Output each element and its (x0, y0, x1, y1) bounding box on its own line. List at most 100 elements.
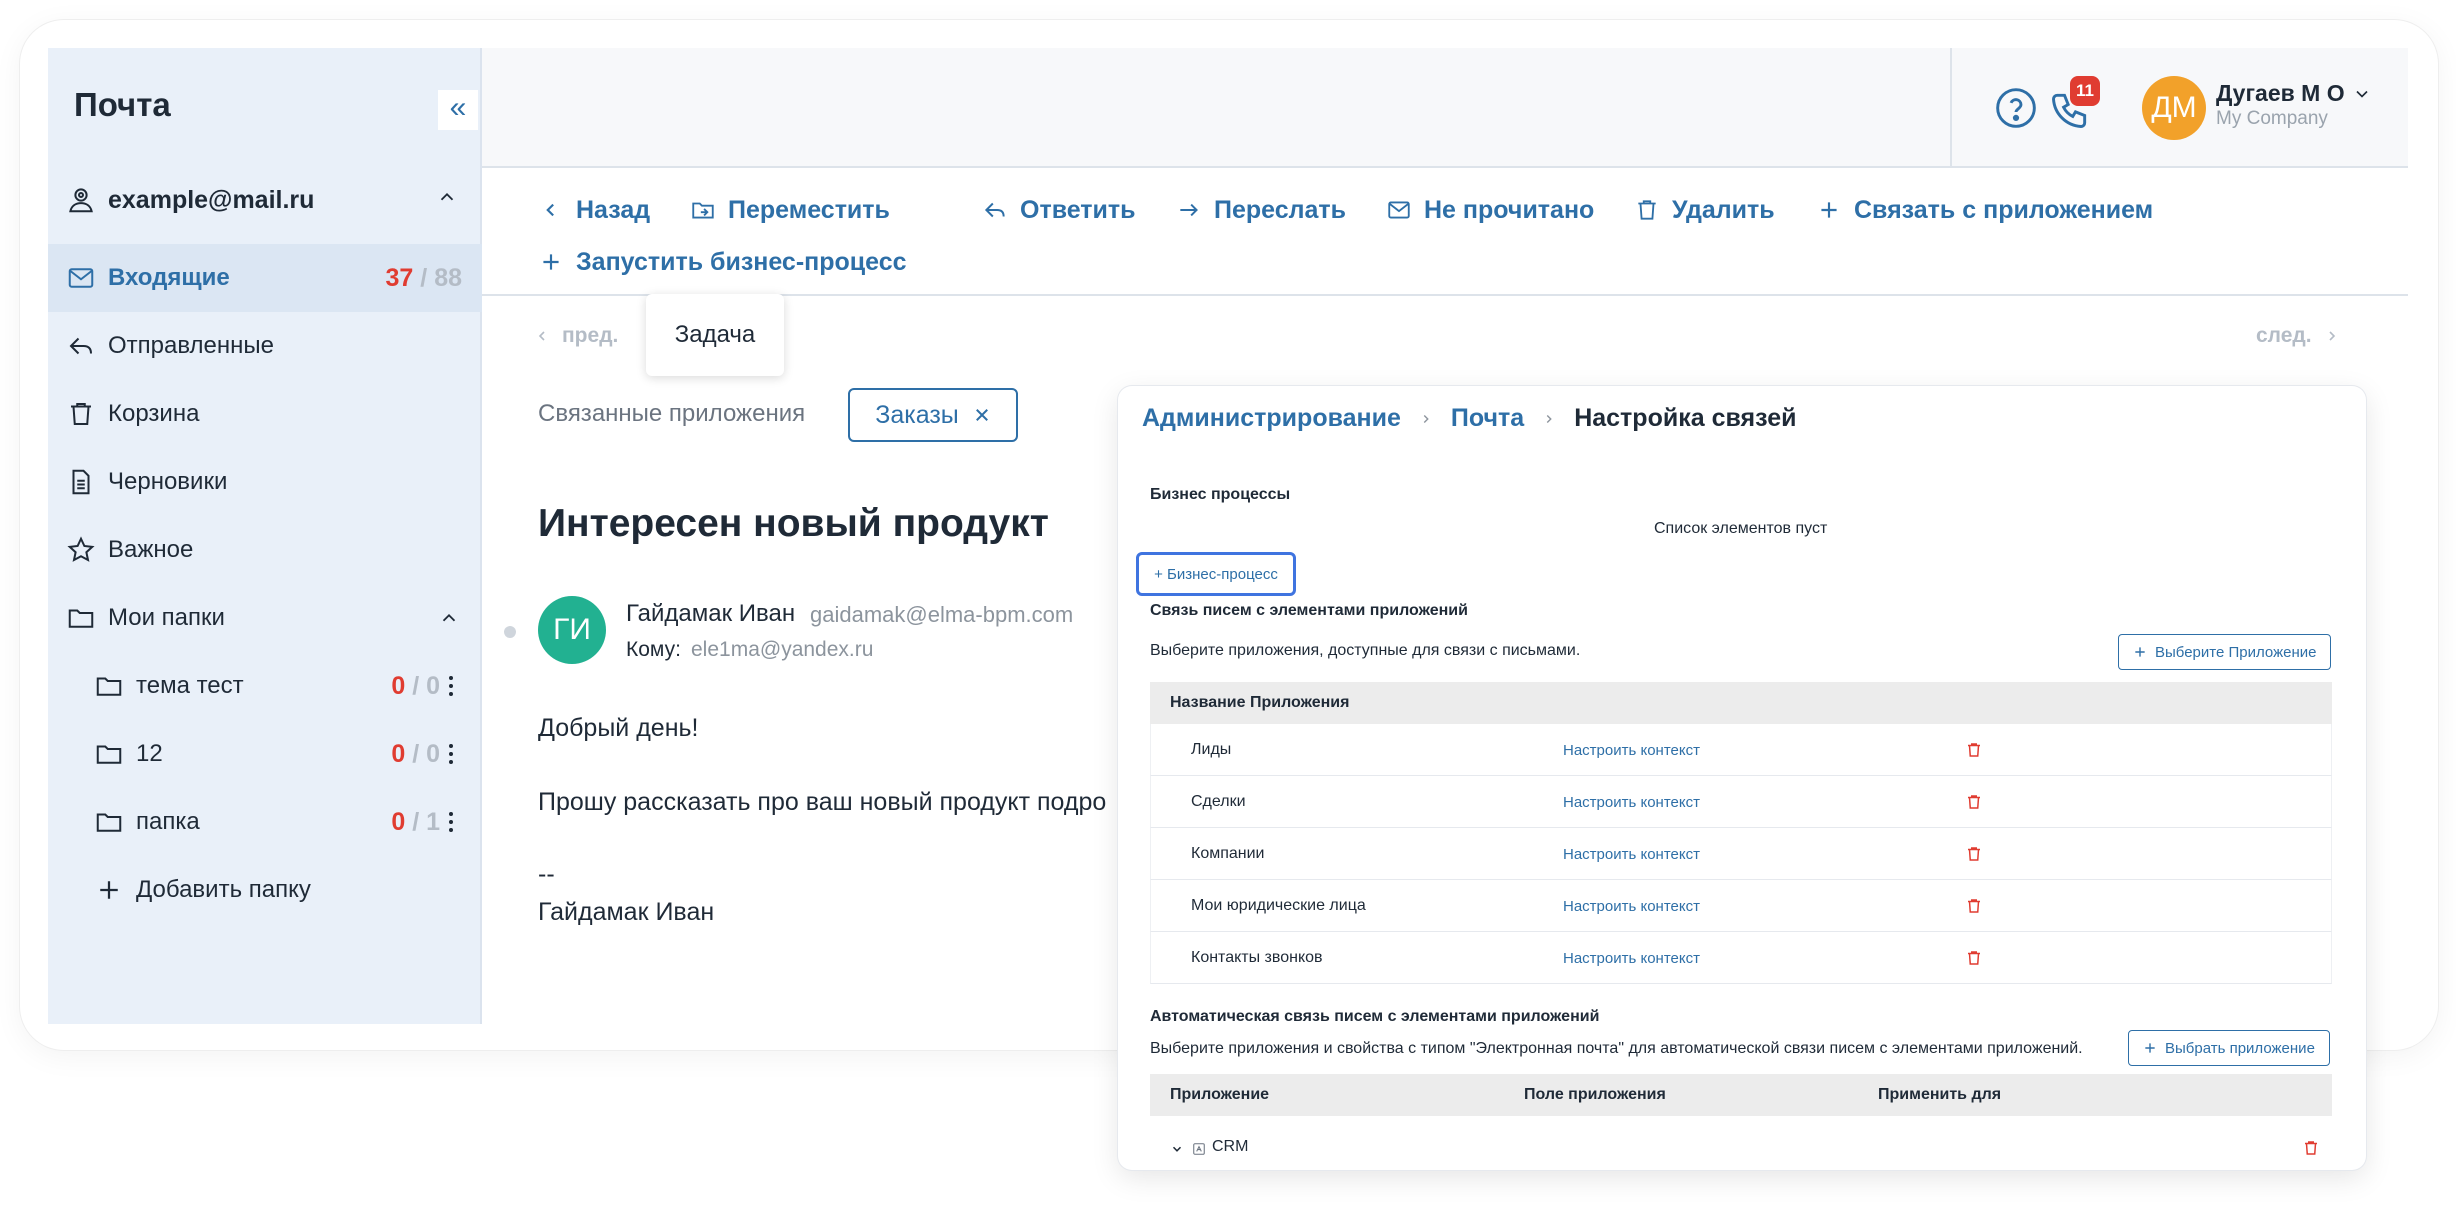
table-row: Лиды Настроить контекст (1150, 724, 2332, 776)
table-row: Мои юридические лица Настроить контекст (1150, 880, 2332, 932)
trash-icon (71, 403, 91, 425)
sidebar-item-label: Входящие (108, 264, 230, 291)
move-button[interactable]: Переместить (690, 190, 890, 230)
user-company: My Company (2216, 108, 2328, 129)
breadcrumb-admin[interactable]: Администрирование (1142, 404, 1401, 433)
mail-links-heading: Связь писем с элементами приложений (1150, 602, 1468, 619)
choose-app-button[interactable]: Выберите Приложение (2118, 634, 2332, 670)
mail-body-line: Прошу рассказать про ваш новый продукт п… (538, 788, 1107, 816)
sidebar-item-sent[interactable]: Отправленные (48, 312, 482, 380)
sidebar-folder-item[interactable]: 12 0 / 0 (48, 720, 482, 788)
mail-toolbar: Назад Переместить Ответить Переслать Не … (482, 170, 2408, 296)
next-label: след. (2256, 324, 2312, 347)
link-settings-panel: Администрирование Почта Настройка связей… (1118, 386, 2366, 1170)
mail-signature: Гайдамак Иван (538, 898, 715, 926)
trash-icon (1638, 200, 1656, 220)
add-business-process-button[interactable]: + Бизнес-процесс (1136, 552, 1296, 596)
chevron-down-icon[interactable] (2352, 84, 2372, 104)
prev-mail-button[interactable]: пред. (534, 324, 618, 348)
star-icon (67, 536, 95, 562)
auto-links-table: Приложение Поле приложения Применить для (1150, 1074, 2332, 1116)
app-name: Контакты звонков (1191, 949, 1323, 966)
chevron-left-icon (538, 331, 545, 341)
chevron-right-icon (1423, 414, 1429, 423)
select-app-label: Выбрать приложение (2165, 1039, 2315, 1057)
user-name[interactable]: Дугаев М О (2216, 80, 2345, 107)
select-app-button[interactable]: Выбрать приложение (2128, 1030, 2330, 1066)
app-name: Лиды (1191, 741, 1232, 758)
add-folder-button[interactable]: Добавить папку (48, 856, 482, 924)
folder-icon (96, 745, 122, 764)
trash-icon[interactable] (1965, 792, 1983, 812)
sidebar-item-label: Важное (108, 536, 194, 563)
trash-icon[interactable] (1965, 740, 1983, 760)
sidebar-item-trash[interactable]: Корзина (48, 380, 482, 448)
link-app-button[interactable]: Связать с приложением (1816, 190, 2153, 230)
delete-label: Удалить (1672, 195, 1775, 224)
sidebar-folder-item[interactable]: папка 0 / 1 (48, 788, 482, 856)
inbox-count: 37 / 88 (385, 263, 462, 292)
more-vertical-icon[interactable] (448, 811, 454, 833)
link-app-label: Связать с приложением (1854, 195, 2154, 224)
sidebar-folder-item[interactable]: тема тест 0 / 0 (48, 652, 482, 720)
trash-icon[interactable] (1965, 948, 1983, 968)
sidebar-item-inbox[interactable]: Входящие 37 / 88 (48, 244, 482, 312)
reply-icon (69, 337, 92, 355)
start-business-process-button[interactable]: Запустить бизнес-процесс (538, 242, 907, 282)
configure-context-link[interactable]: Настроить контекст (1563, 898, 1700, 915)
empty-list-message: Список элементов пуст (1654, 520, 1828, 537)
more-vertical-icon[interactable] (448, 743, 454, 765)
back-button[interactable]: Назад (538, 190, 650, 230)
sidebar-item-my-folders[interactable]: Мои папки (48, 584, 482, 652)
topbar-divider (1950, 48, 1952, 168)
folder-count: 0 / 0 (391, 671, 440, 700)
plus-icon (543, 254, 559, 270)
user-avatar[interactable]: ДМ (2142, 76, 2206, 140)
envelope-icon (1388, 201, 1410, 219)
back-label: Назад (576, 195, 651, 224)
mail-links-description: Выберите приложения, доступные для связи… (1150, 642, 1581, 659)
account-selector[interactable]: example@mail.ru (66, 178, 466, 222)
sender-email[interactable]: gaidamak@elma-bpm.com (810, 602, 1073, 628)
reply-label: Ответить (1020, 195, 1136, 224)
chevron-up-icon (440, 192, 454, 201)
more-vertical-icon[interactable] (448, 675, 454, 697)
app-icon (1193, 1143, 1205, 1155)
plus-icon (2145, 1043, 2155, 1053)
recipient-email[interactable]: ele1ma@yandex.ru (691, 638, 873, 662)
sidebar-item-important[interactable]: Важное (48, 516, 482, 584)
chevron-left-icon (546, 203, 554, 217)
delete-button[interactable]: Удалить (1634, 190, 1775, 230)
sidebar-item-label: Корзина (108, 400, 200, 427)
help-icon[interactable] (1994, 86, 2038, 130)
configure-context-link[interactable]: Настроить контекст (1563, 742, 1700, 759)
linked-app-chip[interactable]: Заказы (848, 388, 1018, 442)
sender-avatar: ГИ (538, 596, 606, 664)
configure-context-link[interactable]: Настроить контекст (1563, 846, 1700, 863)
app-name: Компании (1191, 845, 1265, 862)
business-process-option-task[interactable]: Задача (646, 294, 784, 376)
folder-label: тема тест (136, 672, 244, 699)
trash-icon[interactable] (2302, 1138, 2320, 1158)
folder-icon (96, 677, 122, 696)
trash-icon[interactable] (1965, 844, 1983, 864)
collapse-sidebar-button[interactable]: « (438, 90, 478, 130)
table-row[interactable]: CRM (1150, 1132, 2332, 1170)
arrow-right-icon (1180, 203, 1198, 217)
close-icon[interactable] (973, 406, 991, 424)
prev-label: пред. (562, 324, 619, 347)
next-mail-button[interactable]: след. (2256, 324, 2340, 348)
forward-button[interactable]: Переслать (1176, 190, 1346, 230)
top-bar: 11 ДМ Дугаев М О My Company (482, 48, 2408, 168)
chevron-down-icon[interactable] (1170, 1142, 1184, 1156)
reply-button[interactable]: Ответить (982, 190, 1136, 230)
table-row: Сделки Настроить контекст (1150, 776, 2332, 828)
configure-context-link[interactable]: Настроить контекст (1563, 794, 1700, 811)
linked-apps-label: Связанные приложения (538, 400, 806, 427)
envelope-icon (68, 268, 94, 288)
breadcrumb-mail[interactable]: Почта (1451, 404, 1524, 433)
trash-icon[interactable] (1965, 896, 1983, 916)
mark-unread-button[interactable]: Не прочитано (1386, 190, 1594, 230)
sidebar-item-drafts[interactable]: Черновики (48, 448, 482, 516)
configure-context-link[interactable]: Настроить контекст (1563, 950, 1700, 967)
